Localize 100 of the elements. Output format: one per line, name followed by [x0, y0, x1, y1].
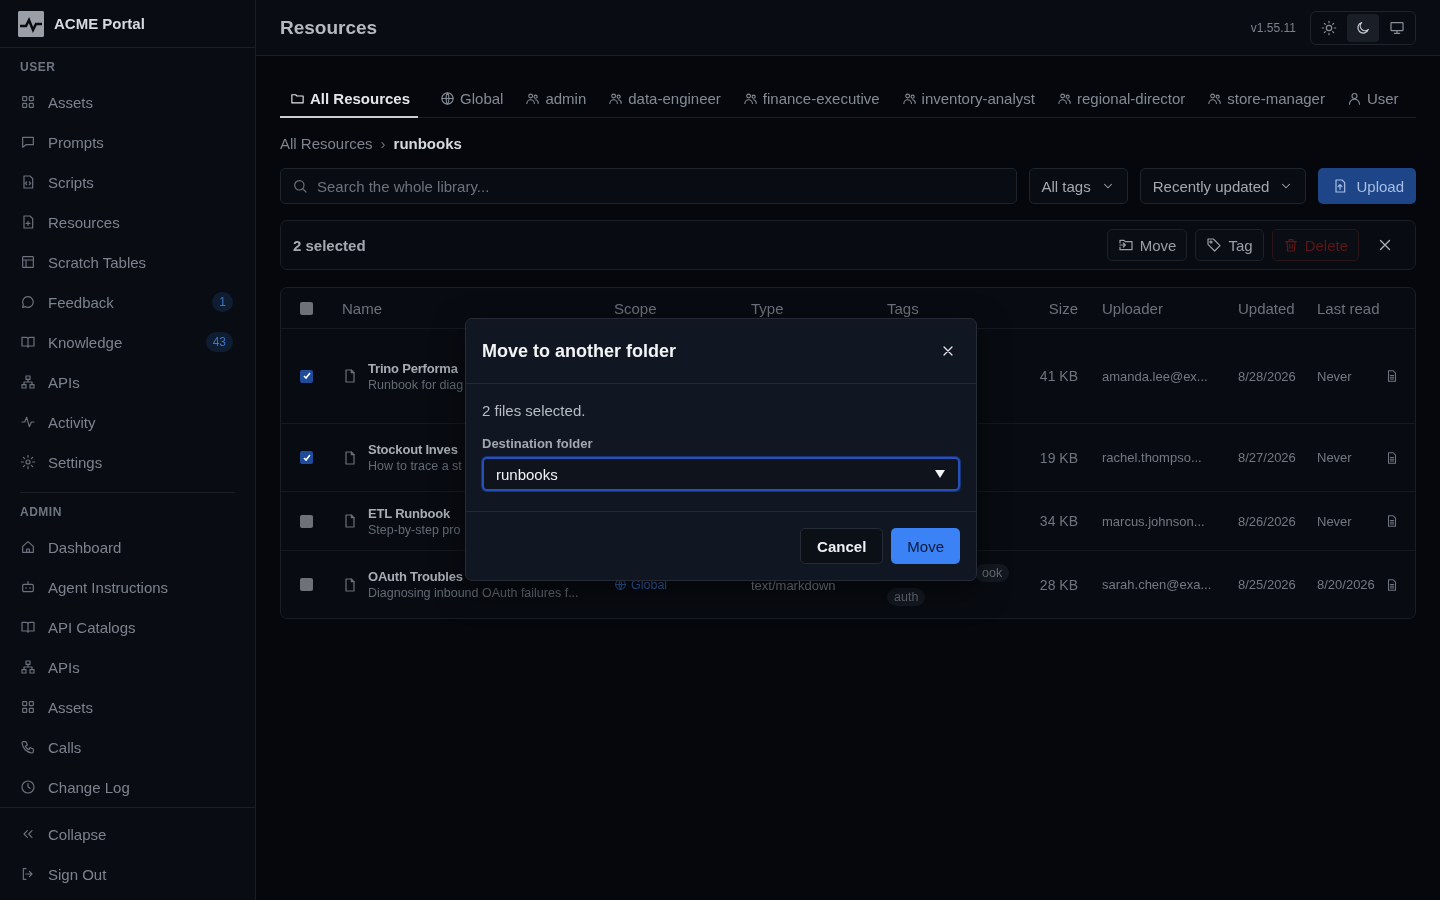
network-icon: [20, 374, 36, 390]
tab[interactable]: User: [1346, 84, 1399, 118]
robot-icon: [20, 579, 36, 595]
speech-bubble-icon: [20, 294, 36, 310]
sidebar-item[interactable]: Resources: [0, 202, 255, 242]
upload-button[interactable]: Upload: [1318, 168, 1416, 204]
filter-dropdown[interactable]: Recently updated: [1139, 168, 1307, 204]
move-button[interactable]: Move: [891, 528, 960, 564]
dropdown-arrow-icon: [934, 469, 946, 479]
document-icon: [1385, 577, 1399, 592]
sidebar-item[interactable]: APIs: [0, 647, 255, 687]
column-header: Updated: [1237, 299, 1296, 317]
action-button[interactable]: Move: [1106, 229, 1188, 261]
file-name[interactable]: ETL Runbook: [368, 505, 461, 521]
table-cell-text: marcus.johnson...: [1101, 513, 1206, 529]
monitor-icon: [1389, 19, 1405, 36]
tab[interactable]: admin: [525, 84, 587, 118]
row-checkbox[interactable]: [300, 514, 313, 528]
sidebar-item[interactable]: Calls: [0, 727, 255, 767]
row-checkbox[interactable]: [300, 578, 313, 591]
column-header: Tags: [886, 299, 920, 317]
tab[interactable]: inventory-analyst: [901, 84, 1035, 118]
globe-icon: [440, 91, 456, 106]
column-header: Scope: [613, 299, 658, 317]
cancel-button[interactable]: Cancel: [800, 528, 884, 564]
sidebar-item[interactable]: Settings: [0, 442, 255, 482]
user-icon: [1346, 91, 1362, 106]
table-cell-text: 8/27/2026: [1237, 450, 1297, 465]
sidebar-item[interactable]: Agent Instructions: [0, 567, 255, 607]
sidebar-item[interactable]: Change Log: [0, 767, 255, 807]
sidebar-item[interactable]: Collapse: [0, 814, 255, 854]
tab[interactable]: Global: [440, 84, 504, 118]
row-checkbox[interactable]: [300, 369, 313, 383]
file-name[interactable]: Trino Performa: [368, 360, 464, 376]
field-label: Destination folder: [482, 436, 594, 451]
sidebar-item[interactable]: Assets: [0, 687, 255, 727]
book-icon: [20, 619, 36, 635]
tag-pill: auth: [887, 587, 926, 606]
sidebar-item[interactable]: Knowledge 43: [0, 322, 255, 362]
tag-pill: ook: [975, 563, 1010, 582]
tab[interactable]: finance-executive: [742, 84, 880, 118]
table-cell-text: text/markdown: [750, 577, 837, 593]
sidebar-item[interactable]: Assets: [0, 82, 255, 122]
tab[interactable]: All Resources: [280, 84, 419, 118]
grid-icon: [20, 94, 36, 110]
sidebar-item[interactable]: Activity: [0, 402, 255, 442]
column-header: Size: [1047, 299, 1079, 317]
sidebar-item[interactable]: API Catalogs: [0, 607, 255, 647]
search-field[interactable]: Search the whole library...: [280, 168, 1017, 204]
column-header: Type: [750, 299, 785, 317]
filter-dropdown[interactable]: All tags: [1028, 168, 1128, 204]
users-icon: [1207, 91, 1223, 106]
sidebar-item[interactable]: Sign Out: [0, 854, 255, 894]
breadcrumb-separator: ›: [380, 135, 386, 152]
tab[interactable]: data-engineer: [608, 84, 721, 118]
sidebar-item[interactable]: APIs: [0, 362, 255, 402]
sun-icon: [1321, 19, 1337, 36]
table-cell-text: rachel.thompso...: [1101, 450, 1203, 465]
tab[interactable]: regional-director: [1056, 84, 1186, 118]
table-cell-text: Never: [1316, 368, 1353, 384]
users-icon: [608, 91, 624, 106]
file-name[interactable]: Stockout Inves: [368, 442, 462, 457]
row-checkbox[interactable]: [300, 451, 313, 464]
moon-icon: [1355, 19, 1371, 36]
tag-icon: [1206, 237, 1223, 253]
folder-select[interactable]: runbooks: [482, 457, 960, 491]
count-badge: 1: [212, 292, 233, 312]
sidebar-item[interactable]: Feedback 1: [0, 282, 255, 322]
column-header: Uploader: [1101, 299, 1164, 317]
column-header: Name: [341, 299, 383, 317]
phone-icon: [20, 739, 36, 755]
sidebar-item[interactable]: Dashboard: [0, 527, 255, 567]
version-label: v1.55.11: [1250, 20, 1296, 35]
tab[interactable]: store-manager: [1207, 84, 1325, 118]
document-icon: [1385, 450, 1399, 465]
table-cell-text: amanda.lee@ex...: [1101, 368, 1209, 384]
file-icon: [342, 576, 358, 593]
document-icon: [1385, 369, 1399, 383]
section-heading: ADMIN: [19, 505, 63, 519]
section-heading: USER: [19, 60, 57, 74]
action-button[interactable]: Tag: [1195, 229, 1264, 261]
theme-button[interactable]: [1347, 13, 1379, 42]
sidebar-item[interactable]: Scratch Tables: [0, 242, 255, 282]
table-cell-text: 8/28/2026: [1237, 368, 1297, 384]
table-cell-text: 28 KB: [1038, 576, 1079, 593]
sidebar-item[interactable]: Scripts: [0, 162, 255, 202]
network-icon: [20, 659, 36, 675]
file-icon: [342, 513, 358, 529]
table-icon: [20, 254, 36, 270]
logo-icon: [18, 10, 44, 37]
file-description: How to trace a st: [368, 459, 462, 473]
activity-icon: [20, 414, 36, 430]
users-icon: [525, 91, 541, 106]
select-all-checkbox[interactable]: [300, 301, 313, 315]
count-badge: 43: [205, 332, 233, 352]
sidebar-item[interactable]: Prompts: [0, 122, 255, 162]
selection-count: 2 selected: [293, 236, 367, 254]
breadcrumb-link[interactable]: All Resources: [280, 135, 373, 152]
brand-name: ACME Portal: [54, 15, 145, 32]
table-cell-text: 8/20/2026: [1316, 577, 1376, 592]
